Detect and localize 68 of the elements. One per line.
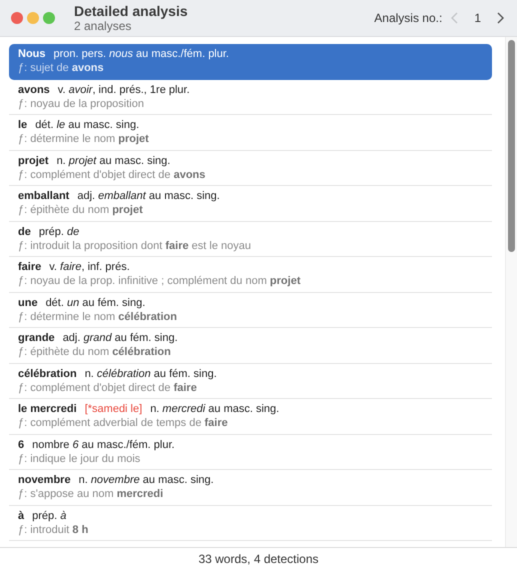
analysis-row[interactable]: le dét. le au masc. sing. ƒ: détermine le nom projet bbox=[9, 115, 492, 150]
analysis-row[interactable]: de prép. de ƒ: introduit la proposition dont faire est le noyau bbox=[9, 222, 492, 257]
function-text: ƒ: complément d'objet direct de avons bbox=[18, 168, 206, 182]
function-text: ƒ: introduit 8 h bbox=[18, 522, 90, 536]
word-text: le bbox=[18, 119, 28, 131]
analysis-row[interactable]: grande adj. grand au fém. sing. ƒ: épithète du nom célébration bbox=[9, 328, 492, 364]
function-text: ƒ: complément d'objet direct de faire bbox=[18, 380, 198, 394]
word-text: le mercredi bbox=[18, 403, 77, 415]
word-text: une bbox=[18, 296, 38, 308]
window-subtitle: 2 analyses bbox=[74, 19, 132, 33]
word-text: grande bbox=[18, 332, 55, 344]
function-text: ƒ: indique le jour du mois bbox=[18, 452, 142, 466]
grammar-text: prép. de bbox=[38, 226, 80, 238]
word-text: novembre bbox=[18, 474, 71, 486]
function-text: ƒ: épithète du nom projet bbox=[18, 203, 144, 217]
next-icon[interactable] bbox=[495, 11, 505, 25]
analysis-row[interactable]: projet n. projet au masc. sing. ƒ: complément d'objet direct de avons bbox=[9, 150, 492, 186]
analysis-row[interactable]: novembre n. novembre au masc. sing. ƒ: s'appose au nom mercredi bbox=[9, 470, 492, 506]
grammar-text: dét. le au masc. sing. bbox=[35, 119, 140, 131]
analysis-row[interactable]: avons v. avoir, ind. prés., 1re plur. ƒ: noyau de la proposition bbox=[9, 80, 492, 115]
grammar-text: pron. pers. nous au masc./fém. plur. bbox=[54, 48, 229, 60]
word-text: avons bbox=[18, 84, 50, 96]
grammar-text: adj. emballant au masc. sing. bbox=[77, 190, 220, 202]
analysis-row[interactable]: emballant adj. emballant au masc. sing. ƒ: épithète du nom projet bbox=[9, 186, 492, 222]
grammar-text: nombre 6 au masc./fém. plur. bbox=[32, 438, 175, 450]
analysis-row[interactable]: 6 nombre 6 au masc./fém. plur. ƒ: indique le jour du mois bbox=[9, 434, 492, 470]
word-text: 6 bbox=[18, 438, 24, 450]
grammar-text: v. faire, inf. prés. bbox=[49, 261, 130, 273]
word-text: Nous bbox=[18, 48, 46, 60]
analysis-row[interactable]: faire v. faire, inf. prés. ƒ: noyau de la prop. infinitive ; complément du nom projet bbox=[9, 257, 492, 292]
function-text: ƒ: noyau de la proposition bbox=[18, 96, 145, 110]
word-text: de bbox=[18, 226, 31, 238]
analysis-row[interactable]: une dét. un au fém. sing. ƒ: détermine le nom célébration bbox=[9, 292, 492, 328]
analysis-number-label: Analysis no.: bbox=[374, 11, 442, 25]
grammar-text: n. mercredi au masc. sing. bbox=[150, 403, 280, 415]
function-text: ƒ: détermine le nom célébration bbox=[18, 310, 178, 324]
word-text: célébration bbox=[18, 368, 77, 380]
grammar-text: prép. à bbox=[32, 510, 66, 522]
minimize-button[interactable] bbox=[27, 12, 39, 24]
grammar-text: adj. grand au fém. sing. bbox=[62, 332, 178, 344]
scrollbar[interactable] bbox=[505, 37, 517, 547]
analysis-row[interactable]: le mercredi [*samedi le] n. mercredi au masc. sing. ƒ: complément adverbial de temps de faire bbox=[9, 399, 492, 434]
word-text: projet bbox=[18, 154, 49, 166]
grammar-text: n. projet au masc. sing. bbox=[56, 154, 170, 166]
function-text: ƒ: détermine le nom projet bbox=[18, 132, 150, 146]
analysis-row[interactable]: célébration n. célébration au fém. sing. ƒ: complément d'objet direct de faire bbox=[9, 364, 492, 399]
grammar-text: dét. un au fém. sing. bbox=[46, 296, 146, 308]
analysis-row[interactable]: à prép. à ƒ: introduit 8 h bbox=[9, 506, 492, 541]
analysis-number: 1 bbox=[474, 11, 481, 25]
function-text: ƒ: sujet de avons bbox=[18, 61, 105, 75]
previous-icon[interactable] bbox=[450, 11, 460, 25]
window-title: Detailed analysis bbox=[74, 3, 189, 19]
function-text: ƒ: épithète du nom célébration bbox=[18, 345, 172, 359]
zoom-button[interactable] bbox=[43, 12, 55, 24]
grammar-text: v. avoir, ind. prés., 1re plur. bbox=[58, 84, 190, 96]
function-text: ƒ: noyau de la prop. infinitive ; complément du nom projet bbox=[18, 274, 302, 288]
correction-text: [*samedi le] bbox=[84, 403, 142, 415]
status-text: 33 words, 4 detections bbox=[198, 552, 319, 566]
function-text: ƒ: s'appose au nom mercredi bbox=[18, 487, 164, 501]
word-text: à bbox=[18, 510, 24, 522]
analysis-row[interactable]: Nous pron. pers. nous au masc./fém. plur. ƒ: sujet de avons bbox=[9, 44, 492, 80]
word-text: faire bbox=[18, 261, 42, 273]
grammar-text: n. célébration au fém. sing. bbox=[84, 368, 217, 380]
close-button[interactable] bbox=[11, 12, 23, 24]
function-text: ƒ: complément adverbial de temps de faire bbox=[18, 416, 229, 430]
grammar-text: n. novembre au masc. sing. bbox=[78, 474, 214, 486]
function-text: ƒ: introduit la proposition dont faire est le noyau bbox=[18, 238, 252, 252]
word-text: emballant bbox=[18, 190, 70, 202]
